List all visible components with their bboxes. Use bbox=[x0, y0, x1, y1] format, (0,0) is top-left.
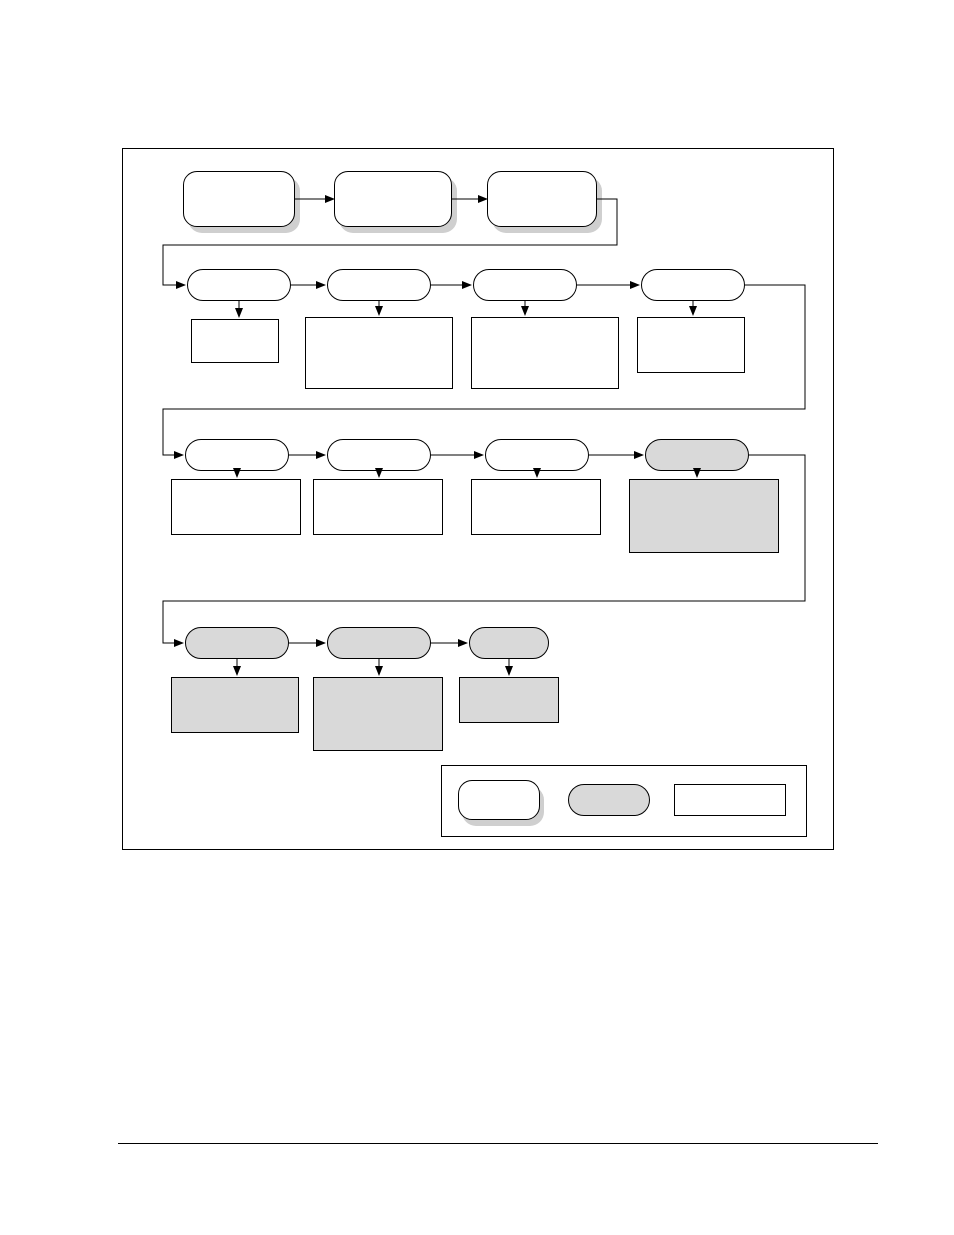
row2-rect-3 bbox=[471, 317, 619, 389]
row3-pill-4 bbox=[645, 439, 749, 471]
row4-rect-2 bbox=[313, 677, 443, 751]
row3-rect-2 bbox=[313, 479, 443, 535]
row2-pill-2 bbox=[327, 269, 431, 301]
legend-rounded bbox=[458, 780, 540, 820]
row4-pill-3 bbox=[469, 627, 549, 659]
row4-rect-1 bbox=[171, 677, 299, 733]
row3-rect-4 bbox=[629, 479, 779, 553]
footer-rule bbox=[118, 1143, 878, 1144]
row3-rect-3 bbox=[471, 479, 601, 535]
row2-pill-4 bbox=[641, 269, 745, 301]
row4-pill-1 bbox=[185, 627, 289, 659]
top-box-3 bbox=[487, 171, 597, 227]
row3-pill-3 bbox=[485, 439, 589, 471]
row4-rect-3 bbox=[459, 677, 559, 723]
row2-pill-3 bbox=[473, 269, 577, 301]
row4-pill-2 bbox=[327, 627, 431, 659]
legend-rect bbox=[674, 784, 786, 816]
row2-rect-1 bbox=[191, 319, 279, 363]
page bbox=[0, 0, 954, 1235]
diagram-frame bbox=[122, 148, 834, 850]
top-box-2 bbox=[334, 171, 452, 227]
legend bbox=[441, 765, 807, 837]
row3-pill-2 bbox=[327, 439, 431, 471]
legend-pill-grey bbox=[568, 784, 650, 816]
top-box-1 bbox=[183, 171, 295, 227]
row2-rect-2 bbox=[305, 317, 453, 389]
row3-pill-1 bbox=[185, 439, 289, 471]
row2-pill-1 bbox=[187, 269, 291, 301]
row2-rect-4 bbox=[637, 317, 745, 373]
row3-rect-1 bbox=[171, 479, 301, 535]
